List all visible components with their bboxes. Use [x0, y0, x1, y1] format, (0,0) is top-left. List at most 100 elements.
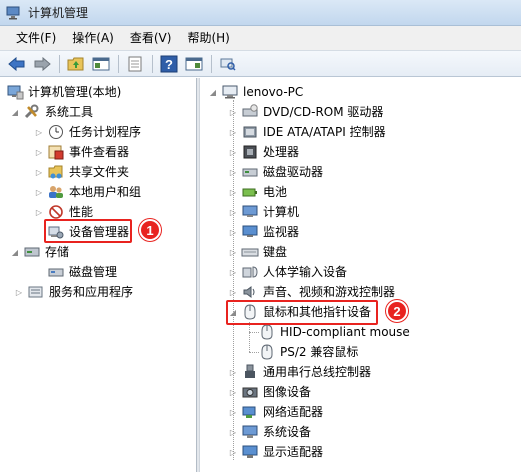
device-category-battery[interactable]: ▷ 电池 [228, 182, 287, 202]
device-category-display[interactable]: ▷ 显示适配器 [228, 442, 323, 462]
tree-label: 计算机管理(本地) [28, 85, 122, 99]
chevron-right-icon[interactable]: ▷ [34, 167, 44, 177]
tree-label: PS/2 兼容鼠标 [280, 345, 359, 359]
chevron-right-icon[interactable]: ▷ [14, 287, 24, 297]
properties-button[interactable] [124, 53, 146, 74]
hid-icon [242, 266, 258, 278]
chevron-right-icon[interactable]: ▷ [228, 227, 238, 237]
tree-root-computer-management[interactable]: 计算机管理(本地) [6, 82, 121, 102]
tree-connector [249, 322, 250, 352]
toolbar-separator [211, 54, 212, 73]
show-action-pane-button[interactable] [183, 53, 205, 74]
chevron-right-icon[interactable]: ▷ [228, 187, 238, 197]
tree-item-local-users[interactable]: ▷ 本地用户和组 [34, 182, 141, 202]
chevron-right-icon[interactable]: ▷ [228, 287, 238, 297]
ide-controller-icon [243, 126, 257, 138]
device-category-sound[interactable]: ▷ 声音、视频和游戏控制器 [228, 282, 395, 302]
chevron-right-icon[interactable]: ▷ [228, 167, 238, 177]
tree-item-event-viewer[interactable]: ▷ 事件查看器 [34, 142, 129, 162]
device-category-processor[interactable]: ▷ 处理器 [228, 142, 299, 162]
menu-view[interactable]: 查看(V) [122, 27, 180, 49]
tree-label: 处理器 [263, 145, 300, 159]
chevron-right-icon[interactable]: ▷ [34, 147, 44, 157]
folder-up-icon [67, 57, 84, 70]
device-category-disk-drives[interactable]: ▷ 磁盘驱动器 [228, 162, 323, 182]
chevron-right-icon[interactable]: ▷ [34, 187, 44, 197]
toolbar: ? [0, 50, 521, 77]
help-icon: ? [160, 55, 178, 72]
tree-label: 事件查看器 [69, 145, 130, 159]
chevron-down-icon[interactable]: ◢ [208, 87, 218, 97]
tree-label: 磁盘驱动器 [263, 165, 324, 179]
forward-button[interactable] [31, 53, 53, 74]
arrow-right-icon [34, 56, 51, 71]
chevron-right-icon[interactable]: ▷ [228, 127, 238, 137]
up-folder-button[interactable] [65, 53, 87, 74]
network-adapter-icon [242, 406, 256, 418]
tree-item-disk-management[interactable]: 磁盘管理 [47, 262, 117, 282]
chevron-right-icon[interactable]: ▷ [228, 387, 238, 397]
camera-icon [242, 387, 258, 398]
device-category-network[interactable]: ▷ 网络适配器 [228, 402, 323, 422]
chevron-right-icon[interactable]: ▷ [228, 207, 238, 217]
device-hid-compliant-mouse[interactable]: HID-compliant mouse [258, 322, 410, 342]
shared-folder-icon [48, 165, 63, 179]
tree-label: 磁盘管理 [69, 265, 118, 279]
back-button[interactable] [6, 53, 28, 74]
usb-icon [245, 364, 255, 378]
device-category-keyboards[interactable]: ▷ 键盘 [228, 242, 287, 262]
chevron-down-icon[interactable]: ◢ [10, 107, 20, 117]
toolbar-separator [118, 54, 119, 73]
tree-label: 监视器 [263, 225, 300, 239]
device-category-dvd[interactable]: ▷ DVD/CD-ROM 驱动器 [228, 102, 383, 122]
properties-icon [128, 56, 142, 71]
keyboard-icon [241, 248, 259, 257]
tree-item-shared-folders[interactable]: ▷ 共享文件夹 [34, 162, 129, 182]
device-category-system[interactable]: ▷ 系统设备 [228, 422, 311, 442]
menu-file[interactable]: 文件(F) [8, 27, 64, 49]
console-tree-icon [92, 57, 110, 70]
menu-help[interactable]: 帮助(H) [179, 27, 237, 49]
chevron-right-icon[interactable]: ▷ [228, 367, 238, 377]
tree-label: 服务和应用程序 [49, 285, 134, 299]
chevron-right-icon[interactable]: ▷ [228, 447, 238, 457]
device-category-computer[interactable]: ▷ 计算机 [228, 202, 299, 222]
highlight-box-device-manager [44, 219, 132, 243]
chevron-down-icon[interactable]: ◢ [10, 247, 20, 257]
tree-item-storage[interactable]: ◢ 存储 [10, 242, 69, 262]
users-icon [49, 186, 63, 198]
chevron-right-icon[interactable]: ▷ [228, 147, 238, 157]
system-device-icon [242, 425, 258, 438]
tree-label: 图像设备 [263, 385, 312, 399]
services-icon [28, 286, 43, 298]
chevron-right-icon[interactable]: ▷ [228, 407, 238, 417]
chevron-right-icon[interactable]: ▷ [228, 247, 238, 257]
chevron-right-icon[interactable]: ▷ [228, 267, 238, 277]
step-badge-1: 1 [139, 219, 161, 241]
device-category-monitors[interactable]: ▷ 监视器 [228, 222, 299, 242]
tools-icon [24, 104, 39, 119]
tree-label: 人体学输入设备 [263, 265, 348, 279]
device-category-imaging[interactable]: ▷ 图像设备 [228, 382, 311, 402]
device-category-usb[interactable]: ▷ 通用串行总线控制器 [228, 362, 371, 382]
show-hide-tree-button[interactable] [90, 53, 112, 74]
scan-hardware-button[interactable] [217, 53, 239, 74]
help-button[interactable]: ? [158, 53, 180, 74]
disk-management-icon [48, 268, 64, 277]
device-ps2-mouse[interactable]: PS/2 兼容鼠标 [258, 342, 358, 362]
chevron-right-icon[interactable]: ▷ [34, 207, 44, 217]
tree-item-services-apps[interactable]: ▷ 服务和应用程序 [14, 282, 133, 302]
device-category-ide[interactable]: ▷ IDE ATA/ATAPI 控制器 [228, 122, 386, 142]
tree-item-system-tools[interactable]: ◢ 系统工具 [10, 102, 93, 122]
menu-action[interactable]: 操作(A) [64, 27, 122, 49]
computer-icon [222, 85, 238, 99]
device-root-lenovo-pc[interactable]: ◢ lenovo-PC [208, 82, 303, 102]
device-tree-pane: ◢ lenovo-PC ▷ DVD/CD-ROM 驱动器 ▷ IDE ATA/A… [199, 78, 521, 472]
tree-item-task-scheduler[interactable]: ▷ 任务计划程序 [34, 122, 141, 142]
chevron-right-icon[interactable]: ▷ [34, 127, 44, 137]
chevron-right-icon[interactable]: ▷ [228, 427, 238, 437]
device-category-hid[interactable]: ▷ 人体学输入设备 [228, 262, 347, 282]
chevron-right-icon[interactable]: ▷ [228, 107, 238, 117]
storage-icon [24, 247, 40, 257]
event-viewer-icon [48, 145, 64, 160]
